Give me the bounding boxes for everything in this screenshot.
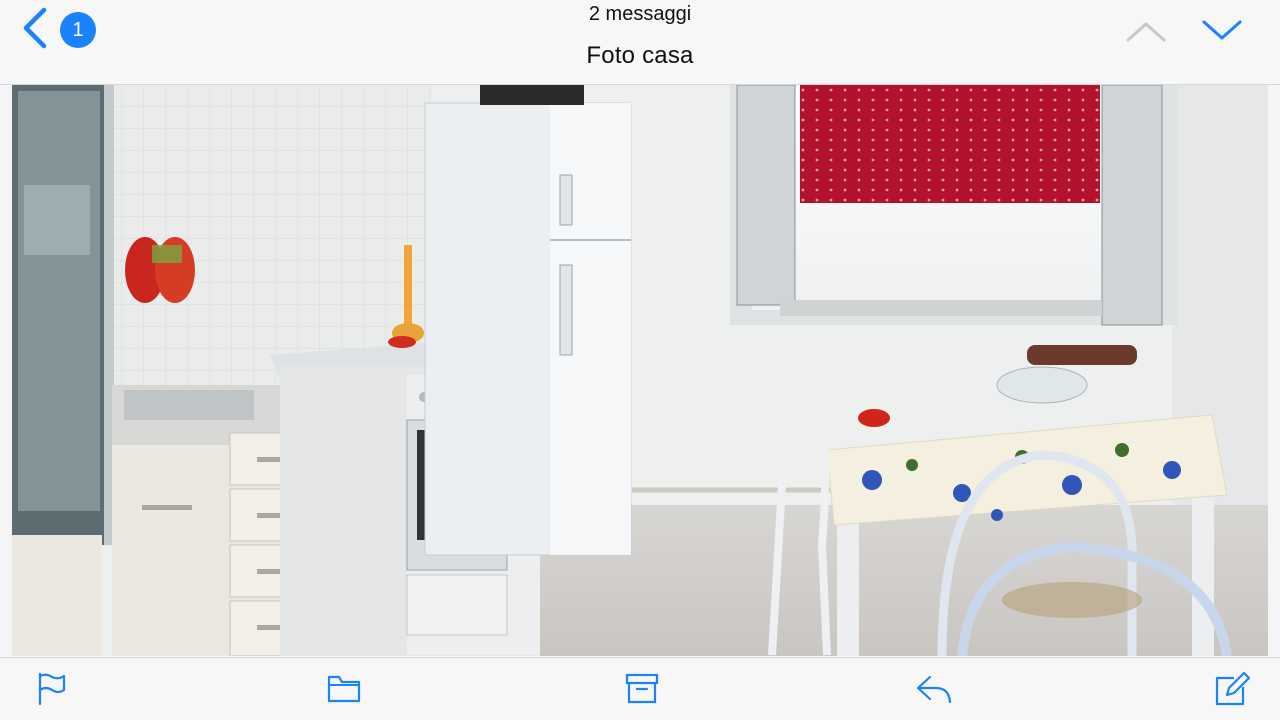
- bottom-toolbar: [0, 657, 1280, 720]
- compose-button[interactable]: [1212, 668, 1252, 708]
- unread-count-badge: 1: [60, 12, 96, 48]
- flag-icon: [38, 672, 66, 706]
- reply-icon: [916, 675, 952, 704]
- archive-icon: [625, 673, 659, 704]
- chevron-up-icon: [1126, 22, 1166, 42]
- previous-message-button[interactable]: [1124, 16, 1168, 46]
- archive-button[interactable]: [622, 668, 662, 708]
- message-count: 2 messaggi: [588, 3, 692, 25]
- folder-icon: [327, 675, 361, 703]
- navigation-bar: 1 2 messaggi Foto casa: [0, 0, 1280, 85]
- page-title: Foto casa: [586, 42, 694, 69]
- compose-icon: [1215, 671, 1251, 706]
- reply-button[interactable]: [914, 668, 954, 708]
- flag-button[interactable]: [32, 668, 72, 708]
- chevron-down-icon: [1202, 20, 1242, 40]
- chevron-left-icon: [23, 7, 47, 49]
- kitchen-photo[interactable]: [12, 85, 1268, 656]
- next-message-button[interactable]: [1200, 16, 1244, 46]
- attachment-viewer: [0, 85, 1280, 656]
- move-to-folder-button[interactable]: [324, 668, 364, 708]
- back-button[interactable]: 1: [20, 6, 110, 50]
